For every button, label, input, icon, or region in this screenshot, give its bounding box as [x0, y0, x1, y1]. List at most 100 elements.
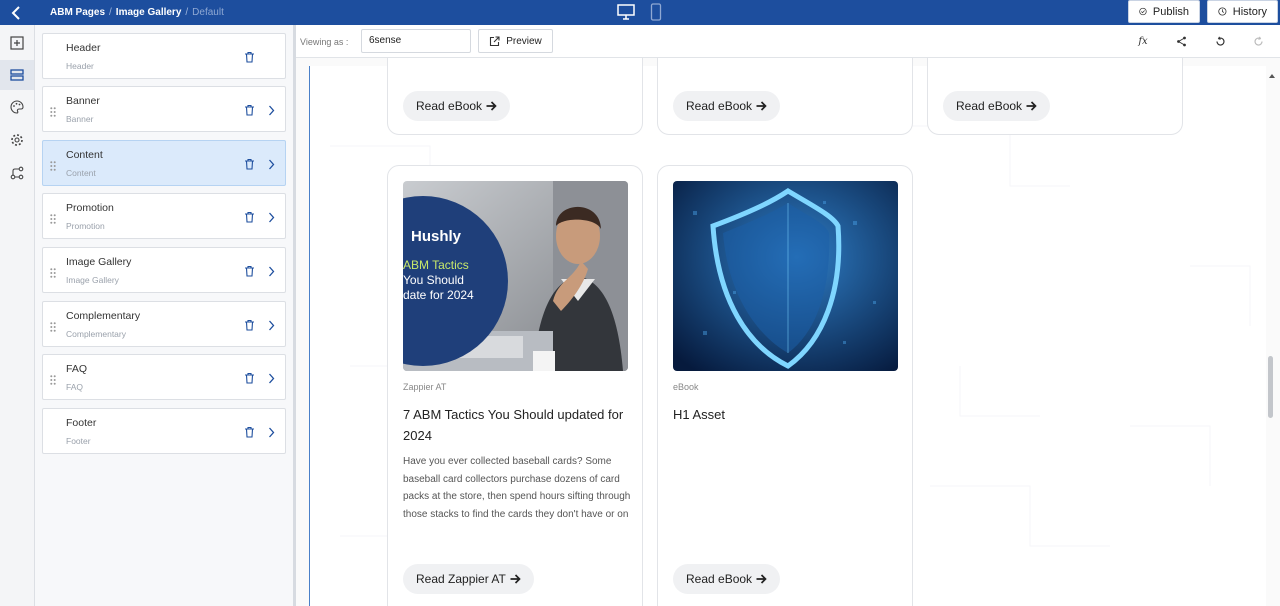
- delete-layer-button[interactable]: [244, 103, 255, 121]
- trash-icon: [245, 426, 254, 438]
- desktop-view-button[interactable]: [616, 3, 636, 21]
- workflow-button[interactable]: [0, 158, 34, 188]
- history-label: History: [1232, 5, 1267, 18]
- card-title[interactable]: H1 Asset: [673, 404, 901, 425]
- chevron-right-icon: [269, 373, 275, 384]
- expand-layer-button[interactable]: [268, 210, 275, 228]
- layer-type: Header: [66, 61, 94, 71]
- breadcrumb-item[interactable]: Image Gallery: [116, 7, 182, 18]
- preview-button[interactable]: Preview: [478, 29, 553, 53]
- delete-layer-button[interactable]: [244, 371, 255, 389]
- viewing-as-input[interactable]: 6sense: [361, 29, 471, 53]
- trash-icon: [245, 372, 254, 384]
- read-ebook-button[interactable]: Read eBook: [673, 564, 781, 594]
- image-brand-text: Hushly: [411, 228, 462, 245]
- drag-handle-icon[interactable]: [50, 104, 56, 122]
- gear-icon: [11, 134, 23, 146]
- delete-layer-button[interactable]: [244, 318, 255, 336]
- card-image: Hushly ABM Tactics You Should date for 2…: [403, 181, 628, 371]
- trash-icon: [245, 104, 254, 116]
- mobile-icon: [650, 3, 662, 21]
- delete-layer-button[interactable]: [244, 50, 255, 68]
- drag-handle-icon[interactable]: [50, 319, 56, 337]
- card-title[interactable]: 7 ABM Tactics You Should updated for 202…: [403, 404, 631, 446]
- delete-layer-button[interactable]: [244, 425, 255, 443]
- formula-button[interactable]: fx: [1136, 34, 1150, 48]
- layer-footer[interactable]: Footer Footer: [42, 408, 286, 454]
- undo-button[interactable]: [1213, 34, 1227, 48]
- read-ebook-button[interactable]: Read eBook: [673, 91, 781, 121]
- trash-icon: [245, 265, 254, 277]
- expand-layer-button[interactable]: [268, 264, 275, 282]
- expand-layer-button[interactable]: [268, 103, 275, 121]
- chevron-right-icon: [269, 159, 275, 170]
- back-button[interactable]: [0, 0, 34, 25]
- drag-handle-icon[interactable]: [50, 372, 56, 390]
- arrow-right-icon: [756, 574, 767, 584]
- chevron-right-icon: [269, 266, 275, 277]
- layer-name: Banner: [66, 95, 100, 107]
- read-ebook-button[interactable]: Read eBook: [943, 91, 1051, 121]
- history-button[interactable]: History: [1207, 0, 1278, 23]
- desktop-icon: [617, 4, 635, 20]
- redo-button[interactable]: [1251, 34, 1265, 48]
- settings-button[interactable]: [0, 125, 34, 155]
- external-link-icon: [490, 35, 500, 46]
- read-ebook-button[interactable]: Read eBook: [403, 91, 511, 121]
- layer-type: Complementary: [66, 329, 126, 339]
- layer-content[interactable]: Content Content: [42, 140, 286, 186]
- delete-layer-button[interactable]: [244, 264, 255, 282]
- delete-layer-button[interactable]: [244, 210, 255, 228]
- layer-faq[interactable]: FAQ FAQ: [42, 354, 286, 400]
- layer-complementary[interactable]: Complementary Complementary: [42, 301, 286, 347]
- expand-layer-button[interactable]: [268, 425, 275, 443]
- gallery-card: Read eBook: [387, 58, 643, 135]
- publish-label: Publish: [1152, 5, 1189, 18]
- trash-icon: [245, 158, 254, 170]
- add-icon: [10, 36, 24, 50]
- image-line-1: ABM Tactics: [403, 258, 469, 272]
- mobile-view-button[interactable]: [648, 3, 664, 21]
- scrollbar-thumb[interactable]: [1268, 356, 1273, 418]
- scroll-up-icon: [1269, 74, 1275, 78]
- drag-handle-icon[interactable]: [50, 265, 56, 283]
- arrow-right-icon: [1026, 101, 1037, 111]
- share-icon: [1176, 36, 1186, 46]
- read-zappier-button[interactable]: Read Zappier AT: [403, 564, 534, 594]
- preview-label: Preview: [506, 35, 542, 47]
- expand-layer-button[interactable]: [268, 318, 275, 336]
- theme-button[interactable]: [0, 92, 34, 122]
- publish-button[interactable]: Publish: [1128, 0, 1200, 23]
- gallery-card: Read eBook: [657, 58, 913, 135]
- delete-layer-button[interactable]: [244, 157, 255, 175]
- layer-type: Content: [66, 168, 96, 178]
- chevron-right-icon: [269, 427, 275, 438]
- drag-handle-icon[interactable]: [50, 211, 56, 229]
- trash-icon: [245, 51, 254, 63]
- layer-type: Image Gallery: [66, 275, 119, 285]
- chevron-right-icon: [269, 320, 275, 331]
- canvas-scrollbar[interactable]: [1268, 73, 1276, 593]
- layer-promotion[interactable]: Promotion Promotion: [42, 193, 286, 239]
- layer-name: Complementary: [66, 310, 141, 322]
- add-section-button[interactable]: [0, 28, 34, 58]
- layer-name: Header: [66, 42, 101, 54]
- redo-icon: [1253, 36, 1263, 46]
- icon-rail: [0, 25, 35, 606]
- viewing-as-label: Viewing as :: [300, 37, 349, 47]
- layer-header[interactable]: Header Header: [42, 33, 286, 79]
- button-label: Read eBook: [956, 99, 1023, 113]
- layer-image-gallery[interactable]: Image Gallery Image Gallery: [42, 247, 286, 293]
- arrow-right-icon: [486, 101, 497, 111]
- layer-banner[interactable]: Banner Banner: [42, 86, 286, 132]
- layer-name: FAQ: [66, 363, 88, 375]
- expand-layer-button[interactable]: [268, 371, 275, 389]
- share-button[interactable]: [1174, 34, 1188, 48]
- breadcrumb-item[interactable]: ABM Pages: [50, 7, 105, 18]
- layers-button[interactable]: [0, 60, 34, 90]
- arrow-right-icon: [510, 574, 521, 584]
- layers-panel: Header Header Banner Banner Content Cont…: [35, 25, 293, 606]
- drag-handle-icon[interactable]: [50, 158, 56, 176]
- page-canvas: Read eBook Read eBook Read eBook Hushly …: [296, 58, 1280, 606]
- expand-layer-button[interactable]: [268, 157, 275, 175]
